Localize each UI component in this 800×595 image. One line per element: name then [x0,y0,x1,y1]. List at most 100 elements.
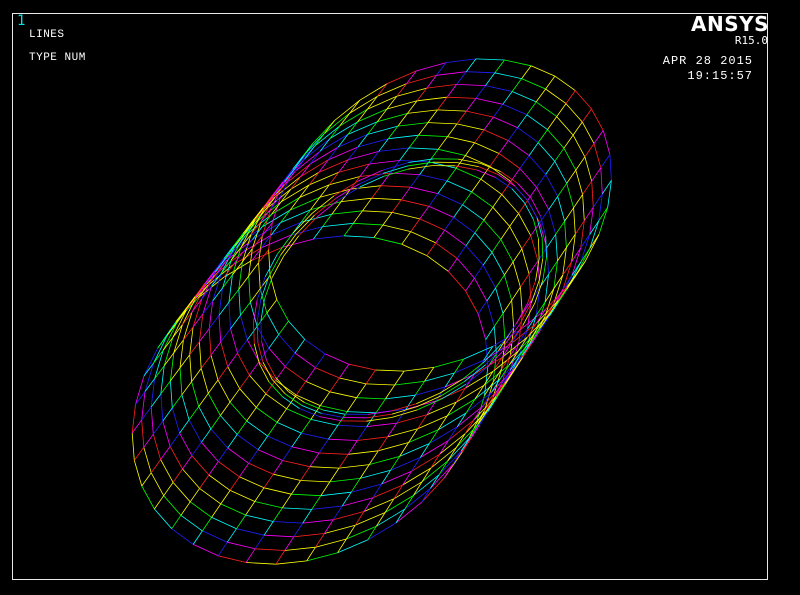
mesh-line [246,339,260,362]
mesh-line [316,200,338,218]
mesh-line [375,398,386,414]
mesh-line [480,163,501,172]
mesh-line [191,455,210,476]
mesh-line [362,197,373,212]
mesh-line [456,245,467,259]
mesh-line [150,406,154,435]
mesh-line [371,197,402,201]
mesh-line [521,235,532,250]
mesh-line [382,212,393,226]
mesh-line [248,449,259,464]
mesh-line [236,514,246,529]
mesh-line [319,188,351,198]
mesh-line [446,58,476,63]
mesh-line [278,334,296,354]
mesh-line [541,237,544,259]
mesh-line [474,232,493,253]
mesh-line [293,533,325,538]
mesh-line [285,366,307,382]
mesh-line [192,530,203,545]
mesh-line [528,142,539,156]
mesh-line [210,415,221,430]
mesh-line [483,206,494,221]
mesh-line [456,258,475,279]
mesh-line [545,88,567,104]
mesh-line [346,397,357,412]
mesh-line [402,467,432,486]
mesh-line [248,462,274,475]
mesh-line [437,412,467,431]
mesh-line [246,326,258,341]
mesh-line [575,90,592,110]
mesh-line [393,481,423,500]
mesh-line [239,388,257,408]
mesh-line [272,507,283,522]
mesh-line [565,90,576,104]
mesh-line [264,254,278,277]
window-number: 1 [17,13,26,29]
mesh-line [530,327,541,342]
mesh-line [179,419,190,434]
mesh-line [285,393,303,406]
mesh-line [504,274,513,301]
mesh-line [466,71,495,74]
mesh-line [426,242,437,256]
mesh-line [238,289,241,316]
time-label: 19:15:57 [687,69,753,83]
mesh-line [465,142,476,156]
mesh-line [465,277,475,292]
mesh-line [572,121,583,136]
mesh-line [437,180,448,194]
mesh-line [309,466,340,469]
mesh-line [538,238,540,260]
mesh-line [191,442,202,456]
mesh-line [385,394,416,400]
mesh-line [171,528,194,545]
mesh-line [260,320,262,342]
mesh-line [547,129,565,149]
mesh-line [328,425,339,440]
mesh-line [602,130,611,155]
mesh-line [367,413,392,419]
mesh-line [465,398,476,414]
mesh-line [565,103,583,123]
mesh-line [284,536,295,551]
mesh-line [530,198,541,217]
mesh-line [271,379,286,395]
cylinder-mesh-plot[interactable] [0,0,800,595]
mesh-line [446,398,476,417]
mesh-line [416,395,442,408]
mesh-line [485,72,496,86]
mesh-line [160,459,174,483]
mesh-line [436,71,467,76]
mesh-line [530,235,539,261]
mesh-line [236,528,265,536]
mesh-line [502,91,513,105]
mesh-line [266,299,278,314]
mesh-line [366,422,397,427]
mesh-line [320,481,331,496]
mesh-line [385,384,396,400]
mesh-line [294,352,316,369]
mesh-line [324,112,351,134]
mesh-line [365,369,376,385]
mesh-line [493,313,504,327]
mesh-line [272,460,283,475]
mesh-line [163,482,174,496]
mesh-line [437,109,467,112]
mesh-line [256,321,259,343]
mesh-line [453,204,463,218]
mesh-line [538,258,544,281]
mesh-line [173,324,183,354]
mesh-line [501,194,519,214]
mesh-line [511,188,525,204]
mesh-line [220,401,231,416]
mesh-line [319,416,343,422]
mesh-line [237,339,248,354]
mesh-line [246,562,276,565]
mesh-line [359,83,388,101]
mesh-line [376,508,405,527]
mesh-line [311,495,322,510]
mesh-line [564,207,574,222]
mesh-line [230,315,241,329]
